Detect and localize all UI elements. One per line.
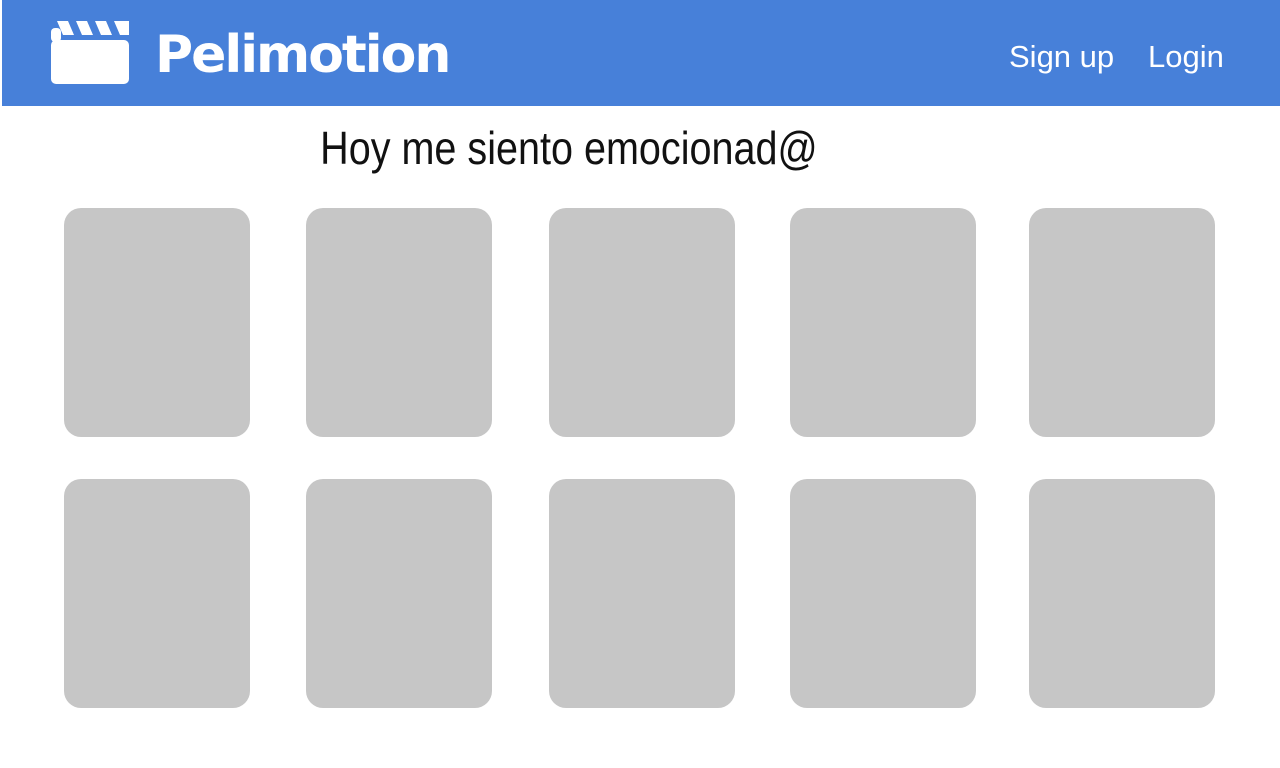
page-title: Hoy me siento emocionad@ (320, 122, 818, 174)
movie-card[interactable] (1029, 208, 1215, 437)
movie-card[interactable] (1029, 479, 1215, 708)
signup-link[interactable]: Sign up (1009, 37, 1114, 77)
movie-card[interactable] (306, 479, 492, 708)
movie-card[interactable] (790, 208, 976, 437)
brand-name[interactable]: Pelimotion (155, 22, 451, 88)
movie-card[interactable] (306, 208, 492, 437)
login-link[interactable]: Login (1148, 37, 1224, 77)
movie-card[interactable] (64, 208, 250, 437)
movie-card[interactable] (549, 479, 735, 708)
movie-card[interactable] (64, 479, 250, 708)
movie-card[interactable] (790, 479, 976, 708)
movie-card[interactable] (549, 208, 735, 437)
top-header: Pelimotion Sign up Login (2, 0, 1280, 106)
clapperboard-icon[interactable] (49, 20, 131, 86)
